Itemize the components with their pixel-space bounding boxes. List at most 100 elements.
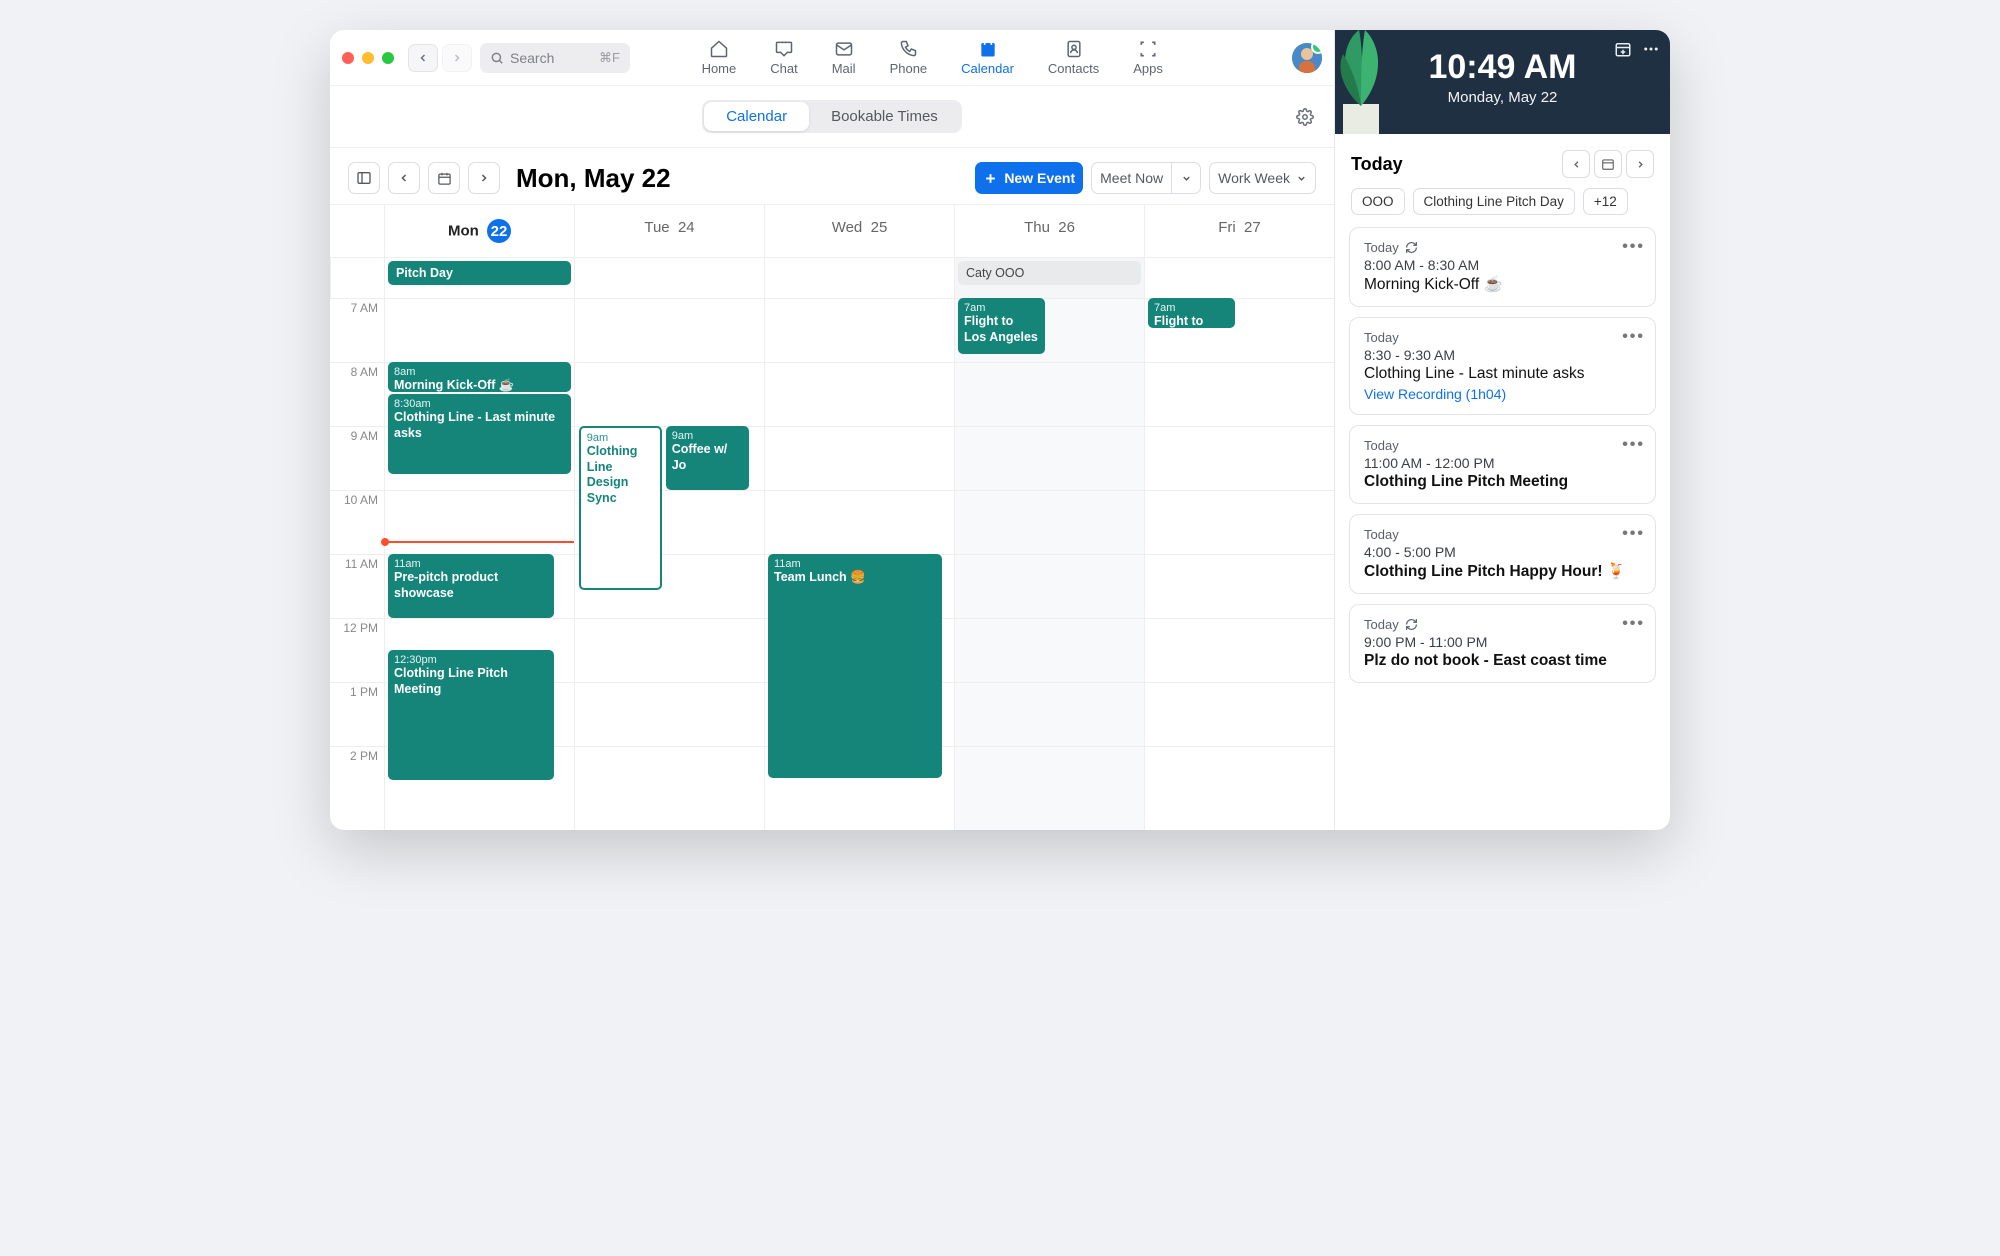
plus-icon: [983, 171, 998, 186]
segment-bookable-times[interactable]: Bookable Times: [809, 102, 960, 131]
segment-calendar[interactable]: Calendar: [704, 102, 809, 131]
hour-label: 10 AM: [330, 490, 384, 554]
card-time: 11:00 AM - 12:00 PM: [1364, 455, 1641, 471]
home-icon: [709, 39, 729, 59]
event-card[interactable]: ••• Today 9:00 PM - 11:00 PM Plz do not …: [1349, 604, 1656, 683]
search-placeholder: Search: [510, 50, 554, 66]
card-label: Today: [1364, 438, 1641, 453]
hour-label: 1 PM: [330, 682, 384, 746]
filter-tag[interactable]: OOO: [1351, 188, 1405, 215]
plant-illustration: [1335, 30, 1393, 134]
view-select[interactable]: Work Week: [1209, 162, 1316, 194]
add-event-icon[interactable]: [1614, 40, 1632, 58]
calendar-icon: [978, 39, 998, 59]
event-card[interactable]: ••• Today 8:00 AM - 8:30 AM Morning Kick…: [1349, 227, 1656, 307]
card-label: Today: [1364, 527, 1641, 542]
calendar-event[interactable]: 7amFlight to Los Angeles: [958, 298, 1045, 354]
calendar-icon: [437, 171, 452, 186]
view-segment: Calendar Bookable Times: [702, 100, 962, 133]
meet-now-dropdown[interactable]: [1171, 162, 1201, 194]
day-header[interactable]: Wed 25: [764, 205, 954, 257]
toggle-sidebar-button[interactable]: [348, 162, 380, 194]
apps-icon: [1138, 39, 1158, 59]
prev-period-button[interactable]: [388, 162, 420, 194]
day-header[interactable]: Thu 26: [954, 205, 1144, 257]
card-more-button[interactable]: •••: [1622, 436, 1645, 454]
next-period-button[interactable]: [468, 162, 500, 194]
gear-icon: [1296, 108, 1314, 126]
avatar[interactable]: [1292, 43, 1322, 73]
nav-home[interactable]: Home: [696, 37, 743, 78]
side-panel: 10:49 AM Monday, May 22 Today OOOClothin…: [1334, 30, 1670, 830]
nav-phone[interactable]: Phone: [884, 37, 934, 78]
chevron-down-icon: [1181, 173, 1192, 184]
card-link[interactable]: View Recording (1h04): [1364, 386, 1641, 402]
maximize-window[interactable]: [382, 52, 394, 64]
calendar-event[interactable]: 9amClothing Line Design Sync: [579, 426, 662, 590]
today-button[interactable]: [428, 162, 460, 194]
side-next-button[interactable]: [1626, 150, 1654, 178]
day-header[interactable]: Mon 22: [384, 205, 574, 257]
calendar-event[interactable]: 11amTeam Lunch 🍔: [768, 554, 942, 778]
filter-tag[interactable]: Clothing Line Pitch Day: [1413, 188, 1575, 215]
window-controls: [342, 52, 394, 64]
card-label: Today: [1364, 617, 1641, 632]
nav-back-button[interactable]: [408, 44, 438, 72]
day-header[interactable]: Fri 27: [1144, 205, 1334, 257]
card-time: 8:00 AM - 8:30 AM: [1364, 257, 1641, 273]
day-column[interactable]: 9amClothing Line Design Sync9amCoffee w/…: [574, 298, 764, 830]
allday-event[interactable]: Pitch Day: [388, 261, 571, 285]
recurring-icon: [1405, 241, 1418, 254]
calendar-event[interactable]: 12:30pmClothing Line Pitch Meeting: [388, 650, 554, 780]
settings-button[interactable]: [1296, 108, 1314, 126]
titlebar: Search ⌘F Home Chat Mail Phone Calendar Conta…: [330, 30, 1334, 86]
side-more-icon[interactable]: [1642, 40, 1660, 58]
card-title: Clothing Line Pitch Meeting: [1364, 473, 1641, 491]
nav-chat[interactable]: Chat: [764, 37, 803, 78]
event-card[interactable]: ••• Today 11:00 AM - 12:00 PM Clothing L…: [1349, 425, 1656, 504]
calendar-event[interactable]: 8:30amClothing Line - Last minute asks: [388, 394, 571, 474]
nav-calendar[interactable]: Calendar: [955, 37, 1020, 78]
day-column[interactable]: 8amMorning Kick-Off ☕8:30amClothing Line…: [384, 298, 574, 830]
view-toggle-row: Calendar Bookable Times: [330, 86, 1334, 148]
calendar-event[interactable]: 8amMorning Kick-Off ☕: [388, 362, 571, 392]
phone-icon: [898, 39, 918, 59]
calendar-grid[interactable]: 7 AM8 AM9 AM10 AM11 AM12 PM1 PM2 PM8amMo…: [330, 298, 1334, 830]
close-window[interactable]: [342, 52, 354, 64]
meet-now-button[interactable]: Meet Now: [1091, 162, 1171, 194]
filter-tag[interactable]: +12: [1583, 188, 1628, 215]
card-title: Clothing Line - Last minute asks: [1364, 365, 1641, 383]
day-column[interactable]: 11amTeam Lunch 🍔: [764, 298, 954, 830]
search-icon: [490, 51, 504, 65]
new-event-button[interactable]: New Event: [975, 162, 1083, 194]
nav-apps[interactable]: Apps: [1127, 37, 1169, 78]
card-title: Morning Kick-Off ☕: [1364, 275, 1641, 294]
nav-forward-button: [442, 44, 472, 72]
event-card[interactable]: ••• Today 4:00 - 5:00 PM Clothing Line P…: [1349, 514, 1656, 594]
minimize-window[interactable]: [362, 52, 374, 64]
search-input[interactable]: Search ⌘F: [480, 43, 630, 73]
nav-contacts[interactable]: Contacts: [1042, 37, 1105, 78]
recurring-icon: [1405, 618, 1418, 631]
nav-mail[interactable]: Mail: [826, 37, 862, 78]
card-more-button[interactable]: •••: [1622, 615, 1645, 633]
calendar-toolbar: Mon, May 22 New Event Meet Now Work Week: [330, 148, 1334, 204]
event-card[interactable]: ••• Today 8:30 - 9:30 AM Clothing Line -…: [1349, 317, 1656, 415]
calendar-event[interactable]: 9amCoffee w/ Jo: [666, 426, 749, 490]
day-column[interactable]: 7amFlight to Los Angeles: [954, 298, 1144, 830]
day-header[interactable]: Tue 24: [574, 205, 764, 257]
calendar-event[interactable]: 7amFlight to: [1148, 298, 1235, 328]
card-more-button[interactable]: •••: [1622, 525, 1645, 543]
side-heading: Today: [1351, 154, 1403, 175]
side-calendar-button[interactable]: [1594, 150, 1622, 178]
card-more-button[interactable]: •••: [1622, 238, 1645, 256]
allday-event[interactable]: Caty OOO: [958, 261, 1141, 285]
card-more-button[interactable]: •••: [1622, 328, 1645, 346]
event-cards: ••• Today 8:00 AM - 8:30 AM Morning Kick…: [1335, 227, 1670, 703]
card-label: Today: [1364, 330, 1641, 345]
calendar-event[interactable]: 11amPre-pitch product showcase: [388, 554, 554, 618]
side-prev-button[interactable]: [1562, 150, 1590, 178]
day-column[interactable]: 7amFlight to: [1144, 298, 1334, 830]
card-title: Plz do not book - East coast time: [1364, 652, 1641, 670]
chat-icon: [774, 39, 794, 59]
